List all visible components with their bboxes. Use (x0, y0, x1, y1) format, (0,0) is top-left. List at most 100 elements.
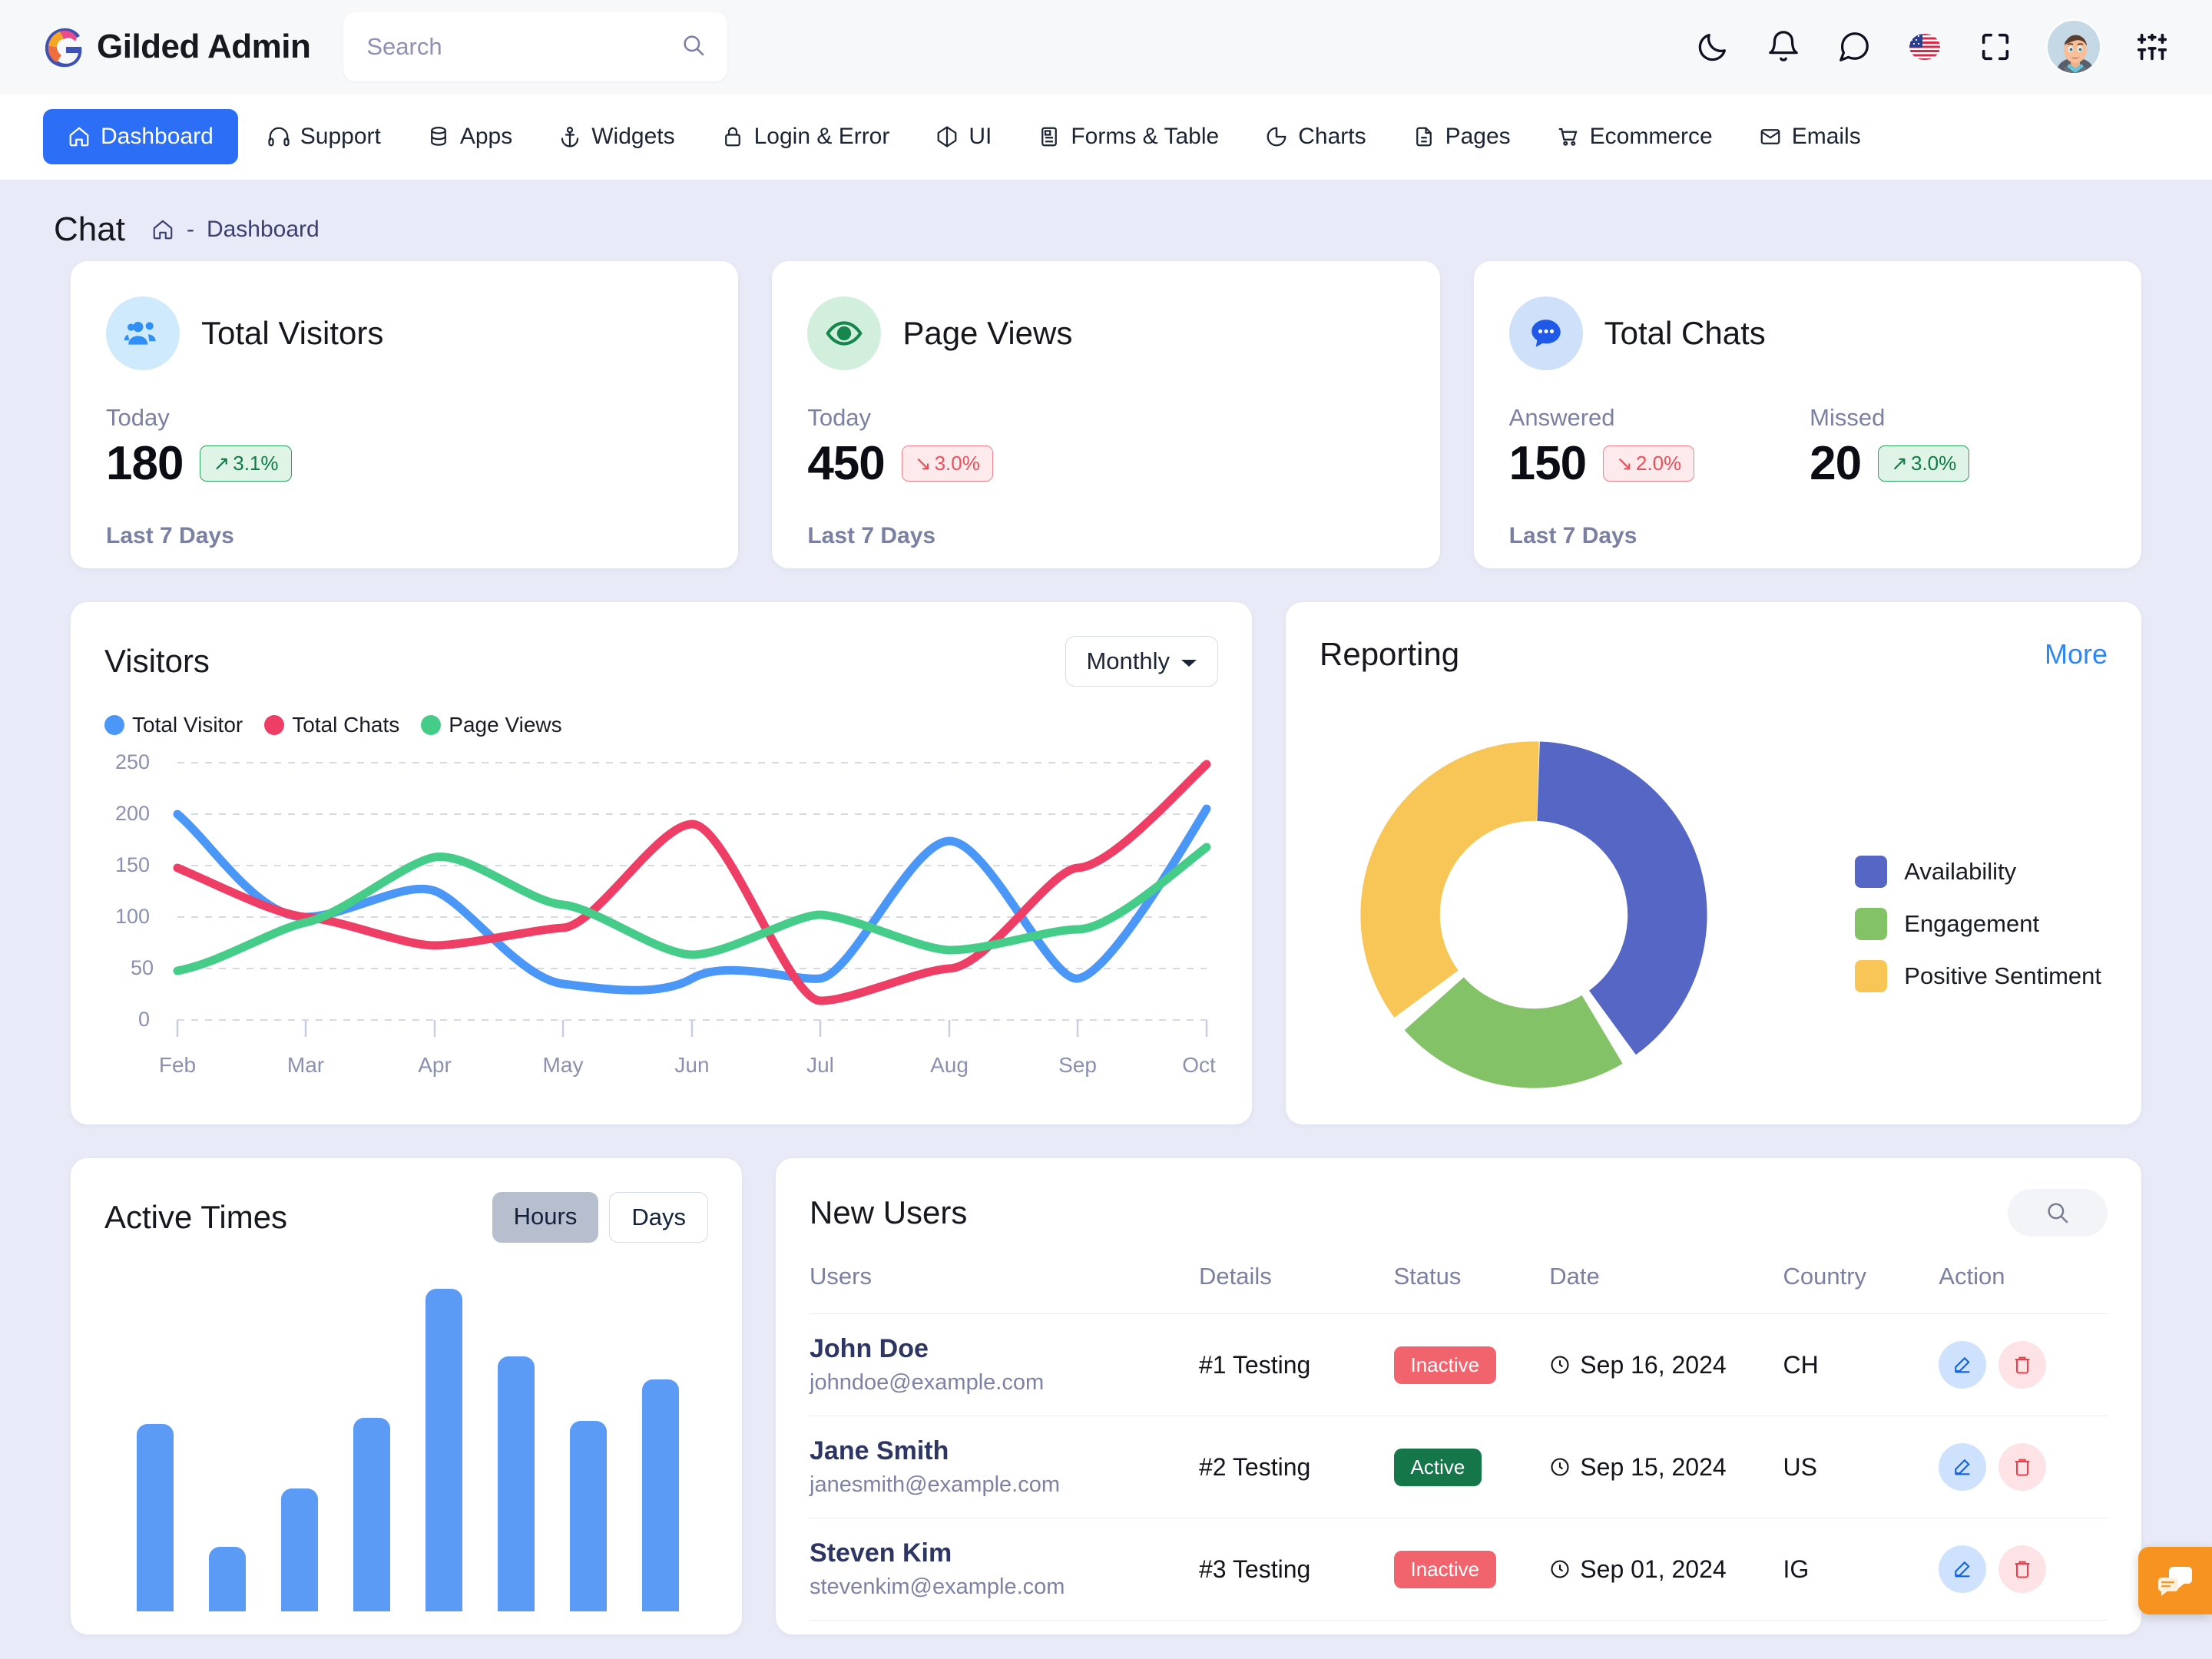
clock-icon (1551, 1458, 1569, 1476)
active-times-bar-chart (104, 1289, 708, 1611)
edit-button[interactable] (1939, 1341, 1987, 1389)
bar (353, 1418, 390, 1611)
visitors-card-title: Visitors (104, 643, 210, 679)
legend-item[interactable]: Page Views (421, 713, 562, 737)
reporting-chart-card: Reporting More Availability Engagement P… (1286, 602, 2141, 1124)
legend-label: Availability (1904, 858, 2017, 885)
nav-item-pages[interactable]: Pages (1396, 109, 1528, 164)
column-header-date[interactable]: Date (1549, 1263, 1783, 1314)
nav-item-ecommerce[interactable]: Ecommerce (1540, 109, 1730, 164)
nav-item-login-error[interactable]: Login & Error (704, 109, 907, 164)
main-nav: Dashboard Support Apps Widgets Login & E… (0, 94, 2212, 180)
toggle-days[interactable]: Days (609, 1192, 708, 1243)
status-badge: Inactive (1393, 1550, 1497, 1588)
edit-icon (1955, 1356, 1970, 1373)
column-header-status[interactable]: Status (1394, 1263, 1550, 1314)
svg-text:200: 200 (115, 802, 150, 825)
column-header-users[interactable]: Users (810, 1263, 1199, 1314)
stat-metric-label: Answered (1508, 404, 1615, 431)
nav-item-ui[interactable]: UI (919, 109, 1008, 164)
bar (426, 1289, 462, 1611)
gilded-g-logo-icon (43, 25, 86, 68)
delete-button[interactable] (1998, 1341, 2047, 1389)
cell-action (1939, 1313, 2108, 1416)
language-flag-icon[interactable] (1905, 27, 1945, 67)
bar (570, 1421, 607, 1611)
column-header-action[interactable]: Action (1939, 1263, 2108, 1314)
user-name[interactable]: John Doe (810, 1334, 1199, 1364)
nav-item-forms-table[interactable]: Forms & Table (1021, 109, 1236, 164)
top-bar: Gilded Admin (0, 0, 2212, 94)
legend-item[interactable]: Total Chats (264, 713, 399, 737)
new-users-search-button[interactable] (2008, 1189, 2108, 1237)
settings-sliders-icon[interactable] (2132, 27, 2172, 67)
table-row[interactable]: John Doe johndoe@example.com #1 Testing … (810, 1313, 2108, 1416)
visitors-period-dropdown[interactable]: Monthly (1065, 636, 1218, 687)
column-header-country[interactable]: Country (1783, 1263, 1939, 1314)
edit-icon (1955, 1459, 1970, 1475)
notifications-icon[interactable] (1763, 27, 1803, 67)
delete-button[interactable] (1998, 1443, 2047, 1491)
box-icon (937, 126, 957, 147)
nav-item-dashboard[interactable]: Dashboard (43, 109, 238, 164)
brand-logo[interactable]: Gilded Admin (43, 25, 311, 68)
nav-label: Dashboard (101, 124, 214, 149)
legend-item[interactable]: Engagement (1855, 908, 2101, 940)
table-row[interactable]: David Lee davidlee@example.com #4 Testin… (810, 1620, 2108, 1634)
svg-text:150: 150 (115, 853, 150, 876)
stat-metric: Missed 20 ↗ 3.0% (1810, 404, 1970, 491)
cell-action (1939, 1416, 2108, 1518)
cell-action (1939, 1620, 2108, 1634)
nav-item-apps[interactable]: Apps (410, 109, 529, 164)
top-bar-icons (1693, 19, 2172, 75)
search-input[interactable] (366, 33, 674, 61)
fullscreen-icon[interactable] (1975, 27, 2015, 67)
trend-down-icon: ↘ (1616, 452, 1633, 475)
visitors-chart-card: Visitors Monthly Total Visitor Total Cha… (71, 602, 1252, 1124)
delete-button[interactable] (1998, 1545, 2047, 1593)
legend-item[interactable]: Total Visitor (104, 713, 243, 737)
breadcrumb-current[interactable]: Dashboard (207, 217, 320, 243)
table-row[interactable]: Jane Smith janesmith@example.com #2 Test… (810, 1416, 2108, 1518)
visitors-legend: Total Visitor Total Chats Page Views (104, 713, 1218, 737)
active-times-toggle: Hours Days (492, 1192, 708, 1243)
trend-up-icon: ↗ (1891, 452, 1908, 475)
nav-label: Forms & Table (1071, 124, 1220, 149)
dark-mode-icon[interactable] (1693, 27, 1733, 67)
home-icon[interactable] (151, 218, 174, 241)
legend-label: Page Views (449, 713, 562, 737)
reporting-card-title: Reporting (1320, 636, 1460, 672)
clock-icon (1551, 1560, 1569, 1578)
legend-swatch-total-chats (264, 715, 285, 735)
column-header-details[interactable]: Details (1199, 1263, 1394, 1314)
cart-icon (1558, 127, 1578, 146)
nav-item-emails[interactable]: Emails (1742, 109, 1878, 164)
reporting-more-link[interactable]: More (2045, 638, 2108, 671)
legend-label: Total Visitor (132, 713, 243, 737)
bar (281, 1488, 318, 1611)
home-icon (69, 127, 89, 147)
active-times-card: Active Times Hours Days (71, 1158, 742, 1634)
table-row[interactable]: Steven Kim stevenkim@example.com #3 Test… (810, 1518, 2108, 1621)
legend-item[interactable]: Availability (1855, 856, 2101, 888)
svg-text:May: May (543, 1053, 584, 1077)
legend-item[interactable]: Positive Sentiment (1855, 960, 2101, 992)
toggle-hours[interactable]: Hours (492, 1192, 599, 1243)
chat-support-fab[interactable] (2138, 1547, 2212, 1614)
messages-icon[interactable] (1834, 27, 1874, 67)
user-email: janesmith@example.com (810, 1472, 1061, 1497)
date-value: Sep 01, 2024 (1580, 1555, 1727, 1583)
stat-footer: Last 7 Days (106, 523, 234, 548)
cell-status: Active (1393, 1416, 1550, 1518)
legend-swatch-page-views (421, 715, 442, 735)
user-name[interactable]: Steven Kim (810, 1538, 1199, 1568)
nav-item-widgets[interactable]: Widgets (541, 109, 691, 164)
user-name[interactable]: Jane Smith (810, 1436, 1199, 1466)
avatar[interactable] (2046, 19, 2101, 75)
nav-item-support[interactable]: Support (250, 109, 398, 164)
search-box[interactable] (343, 12, 728, 81)
nav-item-charts[interactable]: Charts (1248, 109, 1382, 164)
edit-button[interactable] (1939, 1443, 1987, 1491)
edit-button[interactable] (1939, 1545, 1987, 1593)
cell-details: #4 Testing (1199, 1620, 1394, 1634)
